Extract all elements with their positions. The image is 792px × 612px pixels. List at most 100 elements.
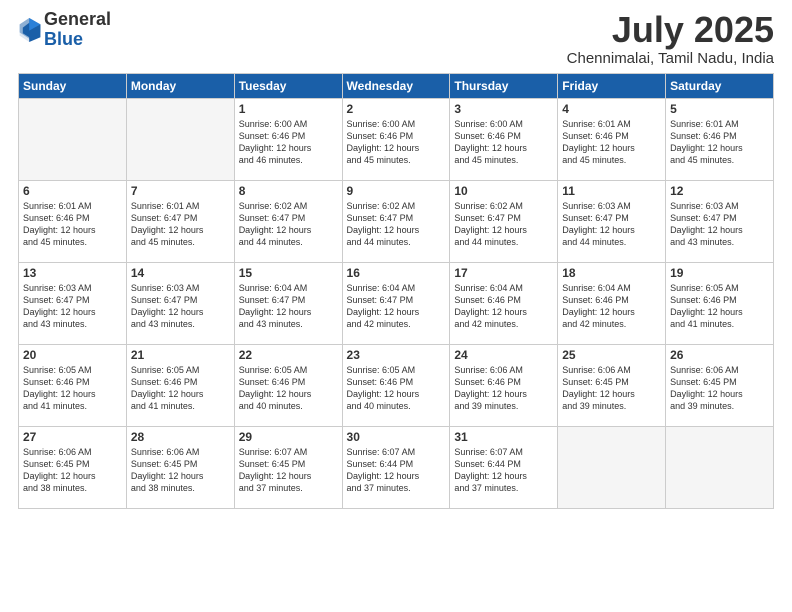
weekday-header-sunday: Sunday <box>19 73 127 98</box>
calendar-cell: 31 Sunrise: 6:07 AM Sunset: 6:44 PM Dayli… <box>450 426 558 508</box>
calendar-cell: 16Sunrise: 6:04 AM Sunset: 6:47 PM Dayli… <box>342 262 450 344</box>
calendar-cell: 7Sunrise: 6:01 AM Sunset: 6:47 PM Daylig… <box>126 180 234 262</box>
calendar-cell: 3 Sunrise: 6:00 AM Sunset: 6:46 PM Daylig… <box>450 98 558 180</box>
day-info: Sunrise: 6:04 AM Sunset: 6:46 PM Dayligh… <box>454 282 553 331</box>
day-number: 7 <box>131 184 230 198</box>
day-info: Sunrise: 6:00 AM Sunset: 6:46 PM Dayligh… <box>239 118 338 167</box>
calendar-cell: 27 Sunrise: 6:06 AM Sunset: 6:45 PM Dayli… <box>19 426 127 508</box>
weekday-row: SundayMondayTuesdayWednesdayThursdayFrid… <box>19 73 774 98</box>
calendar-cell <box>558 426 666 508</box>
calendar-cell: 4Sunrise: 6:01 AM Sunset: 6:46 PM Daylig… <box>558 98 666 180</box>
day-number: 21 <box>131 348 230 362</box>
calendar-cell: 8 Sunrise: 6:02 AM Sunset: 6:47 PM Daylig… <box>234 180 342 262</box>
day-info: Sunrise: 6:07 AM Sunset: 6:44 PM Dayligh… <box>347 446 446 495</box>
day-number: 26 <box>670 348 769 362</box>
day-info: Sunrise: 6:04 AM Sunset: 6:47 PM Dayligh… <box>239 282 338 331</box>
day-number: 1 <box>239 102 338 116</box>
calendar-cell: 9 Sunrise: 6:02 AM Sunset: 6:47 PM Daylig… <box>342 180 450 262</box>
calendar-cell: 20 Sunrise: 6:05 AM Sunset: 6:46 PM Dayli… <box>19 344 127 426</box>
day-info: Sunrise: 6:05 AM Sunset: 6:46 PM Dayligh… <box>347 364 446 413</box>
weekday-header-monday: Monday <box>126 73 234 98</box>
calendar-table: SundayMondayTuesdayWednesdayThursdayFrid… <box>18 73 774 509</box>
day-info: Sunrise: 6:03 AM Sunset: 6:47 PM Dayligh… <box>131 282 230 331</box>
day-number: 19 <box>670 266 769 280</box>
calendar-cell: 21 Sunrise: 6:05 AM Sunset: 6:46 PM Dayli… <box>126 344 234 426</box>
week-row-2: 13 Sunrise: 6:03 AM Sunset: 6:47 PM Dayli… <box>19 262 774 344</box>
day-number: 20 <box>23 348 122 362</box>
header: General Blue July 2025 Chennimalai, Tami… <box>18 10 774 67</box>
day-info: Sunrise: 6:04 AM Sunset: 6:46 PM Dayligh… <box>562 282 661 331</box>
calendar-cell: 22Sunrise: 6:05 AM Sunset: 6:46 PM Dayli… <box>234 344 342 426</box>
day-number: 31 <box>454 430 553 444</box>
day-number: 11 <box>562 184 661 198</box>
calendar-cell: 12 Sunrise: 6:03 AM Sunset: 6:47 PM Dayli… <box>666 180 774 262</box>
day-number: 23 <box>347 348 446 362</box>
day-info: Sunrise: 6:06 AM Sunset: 6:45 PM Dayligh… <box>562 364 661 413</box>
day-info: Sunrise: 6:05 AM Sunset: 6:46 PM Dayligh… <box>23 364 122 413</box>
day-number: 3 <box>454 102 553 116</box>
weekday-header-saturday: Saturday <box>666 73 774 98</box>
day-info: Sunrise: 6:02 AM Sunset: 6:47 PM Dayligh… <box>347 200 446 249</box>
logo: General Blue <box>18 10 111 50</box>
day-info: Sunrise: 6:07 AM Sunset: 6:45 PM Dayligh… <box>239 446 338 495</box>
calendar-cell: 6Sunrise: 6:01 AM Sunset: 6:46 PM Daylig… <box>19 180 127 262</box>
day-number: 22 <box>239 348 338 362</box>
day-number: 13 <box>23 266 122 280</box>
logo-icon <box>18 16 42 44</box>
calendar-cell <box>19 98 127 180</box>
day-number: 25 <box>562 348 661 362</box>
calendar-cell: 13 Sunrise: 6:03 AM Sunset: 6:47 PM Dayli… <box>19 262 127 344</box>
day-number: 27 <box>23 430 122 444</box>
calendar-cell: 19Sunrise: 6:05 AM Sunset: 6:46 PM Dayli… <box>666 262 774 344</box>
day-info: Sunrise: 6:01 AM Sunset: 6:46 PM Dayligh… <box>23 200 122 249</box>
weekday-header-tuesday: Tuesday <box>234 73 342 98</box>
day-number: 2 <box>347 102 446 116</box>
day-number: 16 <box>347 266 446 280</box>
day-info: Sunrise: 6:06 AM Sunset: 6:45 PM Dayligh… <box>131 446 230 495</box>
day-number: 4 <box>562 102 661 116</box>
day-number: 15 <box>239 266 338 280</box>
calendar-cell: 28 Sunrise: 6:06 AM Sunset: 6:45 PM Dayli… <box>126 426 234 508</box>
day-number: 12 <box>670 184 769 198</box>
calendar-cell: 18Sunrise: 6:04 AM Sunset: 6:46 PM Dayli… <box>558 262 666 344</box>
day-number: 8 <box>239 184 338 198</box>
calendar-cell: 15 Sunrise: 6:04 AM Sunset: 6:47 PM Dayli… <box>234 262 342 344</box>
day-number: 5 <box>670 102 769 116</box>
day-info: Sunrise: 6:06 AM Sunset: 6:46 PM Dayligh… <box>454 364 553 413</box>
calendar-cell: 29Sunrise: 6:07 AM Sunset: 6:45 PM Dayli… <box>234 426 342 508</box>
calendar-cell: 2 Sunrise: 6:00 AM Sunset: 6:46 PM Daylig… <box>342 98 450 180</box>
weekday-header-thursday: Thursday <box>450 73 558 98</box>
calendar-cell: 14 Sunrise: 6:03 AM Sunset: 6:47 PM Dayli… <box>126 262 234 344</box>
day-info: Sunrise: 6:02 AM Sunset: 6:47 PM Dayligh… <box>239 200 338 249</box>
calendar-header: SundayMondayTuesdayWednesdayThursdayFrid… <box>19 73 774 98</box>
day-info: Sunrise: 6:05 AM Sunset: 6:46 PM Dayligh… <box>131 364 230 413</box>
calendar-cell: 24 Sunrise: 6:06 AM Sunset: 6:46 PM Dayli… <box>450 344 558 426</box>
calendar-cell: 30Sunrise: 6:07 AM Sunset: 6:44 PM Dayli… <box>342 426 450 508</box>
calendar-cell: 26 Sunrise: 6:06 AM Sunset: 6:45 PM Dayli… <box>666 344 774 426</box>
location-title: Chennimalai, Tamil Nadu, India <box>567 50 774 67</box>
day-number: 9 <box>347 184 446 198</box>
day-info: Sunrise: 6:07 AM Sunset: 6:44 PM Dayligh… <box>454 446 553 495</box>
day-info: Sunrise: 6:06 AM Sunset: 6:45 PM Dayligh… <box>23 446 122 495</box>
logo-text: General Blue <box>44 10 111 50</box>
calendar-cell <box>126 98 234 180</box>
week-row-4: 27 Sunrise: 6:06 AM Sunset: 6:45 PM Dayli… <box>19 426 774 508</box>
day-number: 14 <box>131 266 230 280</box>
day-number: 24 <box>454 348 553 362</box>
week-row-3: 20 Sunrise: 6:05 AM Sunset: 6:46 PM Dayli… <box>19 344 774 426</box>
calendar-cell: 1 Sunrise: 6:00 AM Sunset: 6:46 PM Daylig… <box>234 98 342 180</box>
weekday-header-wednesday: Wednesday <box>342 73 450 98</box>
calendar-cell: 11Sunrise: 6:03 AM Sunset: 6:47 PM Dayli… <box>558 180 666 262</box>
day-info: Sunrise: 6:03 AM Sunset: 6:47 PM Dayligh… <box>23 282 122 331</box>
day-number: 10 <box>454 184 553 198</box>
calendar-cell: 10Sunrise: 6:02 AM Sunset: 6:47 PM Dayli… <box>450 180 558 262</box>
day-number: 28 <box>131 430 230 444</box>
day-info: Sunrise: 6:06 AM Sunset: 6:45 PM Dayligh… <box>670 364 769 413</box>
month-title: July 2025 <box>567 10 774 50</box>
day-info: Sunrise: 6:00 AM Sunset: 6:46 PM Dayligh… <box>454 118 553 167</box>
day-info: Sunrise: 6:03 AM Sunset: 6:47 PM Dayligh… <box>670 200 769 249</box>
calendar-cell <box>666 426 774 508</box>
day-info: Sunrise: 6:00 AM Sunset: 6:46 PM Dayligh… <box>347 118 446 167</box>
calendar-cell: 17Sunrise: 6:04 AM Sunset: 6:46 PM Dayli… <box>450 262 558 344</box>
calendar-cell: 25 Sunrise: 6:06 AM Sunset: 6:45 PM Dayli… <box>558 344 666 426</box>
